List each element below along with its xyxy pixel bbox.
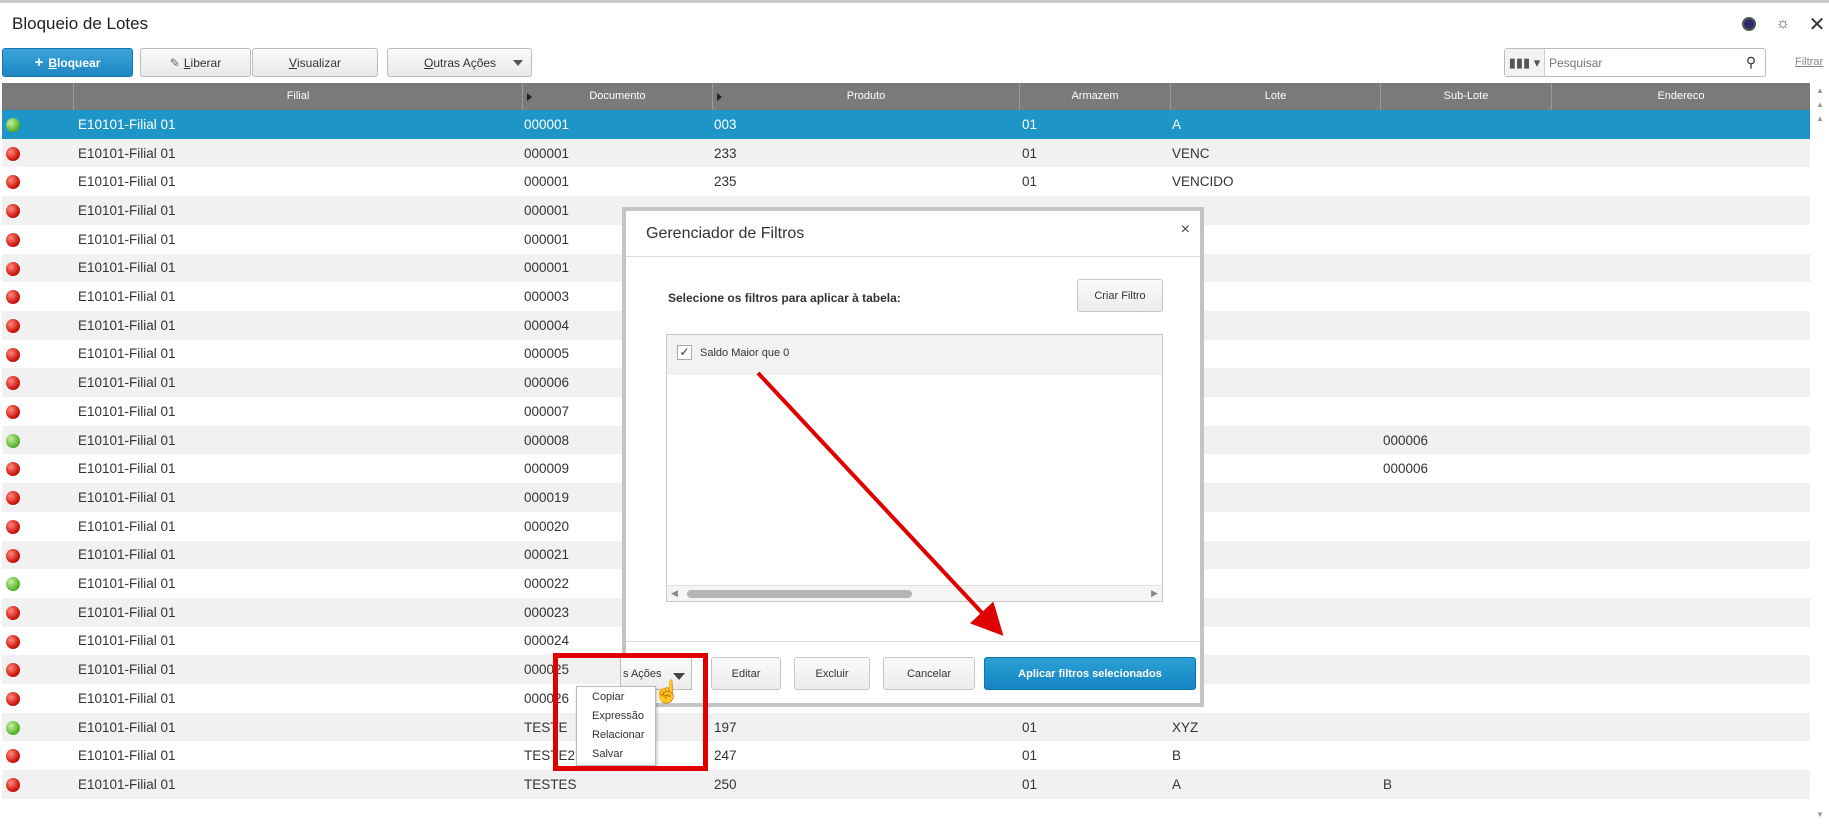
- app-window: Bloqueio de Lotes ☼ ✕ + Bloquear ✎ Liberar…: [0, 0, 1829, 825]
- annotation-arrow: [756, 371, 1004, 636]
